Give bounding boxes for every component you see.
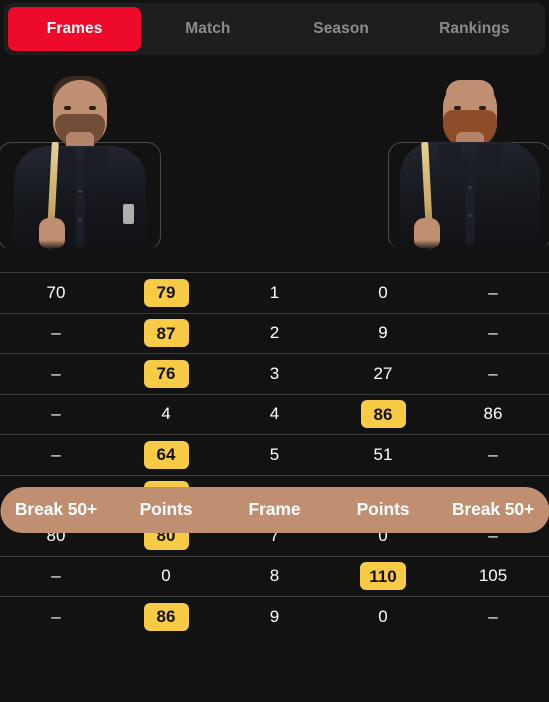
left-player-photo [4,70,155,250]
cell-break-left: – [51,323,61,343]
highlight-badge: 110 [360,562,406,591]
cell-break-right: – [488,606,498,626]
highlight-badge: 87 [143,319,189,348]
highlight-badge: 86 [143,602,189,631]
table-row[interactable]: – 86 9 0 – [0,596,549,637]
cell-points-right: 86 [329,395,437,435]
right-player-figure [390,68,549,250]
players-row [0,60,549,272]
cell-points-right: 27 [373,363,393,383]
highlight-badge: 79 [143,278,189,307]
left-player-card[interactable] [0,76,161,250]
tab-bar: Frames Match Season Rankings [4,3,545,55]
cell-break-right: 86 [483,404,503,424]
cell-points-right: 0 [378,282,388,302]
header-frame: Frame [248,499,301,519]
cell-break-right: – [488,282,498,302]
cell-break-left: 70 [46,282,66,302]
table-row[interactable]: – 0 8 110 105 [0,555,549,597]
header-break-right: Break 50+ [451,499,535,519]
table-row[interactable]: – 4 4 86 86 [0,393,549,435]
cell-break-right: 105 [478,566,508,586]
left-player-figure [5,70,155,250]
cell-points-right: 51 [373,444,393,464]
tab-match[interactable]: Match [141,7,274,51]
cell-frame-number: 4 [269,404,280,424]
cell-frame-number: 3 [269,363,280,383]
header-break-left: Break 50+ [14,499,98,519]
cell-break-left: – [51,444,61,464]
cell-frame-number: 2 [269,323,280,343]
header-points-left: Points [139,499,193,519]
frames-table: Break 50+ Points Frame Points Break 50+ 70 79… [0,272,549,637]
cell-frame-number: 5 [269,444,280,464]
table-body: 707910––8729––76327––448686–64551––77668… [0,272,549,637]
highlight-badge: 86 [360,400,406,429]
right-player-card[interactable] [388,80,549,250]
cell-frame-number: 9 [269,606,280,626]
cell-points-left: 76 [112,354,220,394]
cell-frame-number: 1 [269,282,280,302]
cell-points-left: 0 [161,566,171,586]
highlight-badge: 76 [143,359,189,388]
cell-points-right: 0 [378,606,388,626]
frames-screen: Frames Match Season Rankings Break 50+ P… [0,0,549,702]
cell-break-left: – [51,404,61,424]
right-player-photo [389,68,549,250]
cell-break-left: – [51,566,61,586]
header-points-right: Points [356,499,410,519]
tab-rankings[interactable]: Rankings [408,7,541,51]
table-row[interactable]: – 87 2 9 – [0,312,549,354]
tab-season[interactable]: Season [275,7,408,51]
tab-frames[interactable]: Frames [8,7,142,51]
cell-points-right: 9 [378,323,388,343]
cell-frame-number: 8 [269,566,280,586]
cell-points-left: 86 [112,597,220,637]
cell-points-right: 110 [329,557,437,597]
cell-points-left: 79 [112,273,220,313]
cell-points-left: 87 [112,314,220,354]
table-row[interactable]: – 76 3 27 – [0,353,549,394]
cell-points-left: 4 [161,404,171,424]
table-header-row: Break 50+ Points Frame Points Break 50+ [0,486,549,533]
cell-break-right: – [488,444,498,464]
table-row[interactable]: 70 79 1 0 – [0,272,549,313]
cell-break-left: – [51,363,61,383]
sleeve-patch [122,204,134,224]
table-row[interactable]: – 64 5 51 – [0,434,549,475]
cell-points-left: 64 [112,435,220,475]
cell-break-right: – [488,323,498,343]
cell-break-right: – [488,363,498,383]
cell-break-left: – [51,606,61,626]
highlight-badge: 64 [143,440,189,469]
